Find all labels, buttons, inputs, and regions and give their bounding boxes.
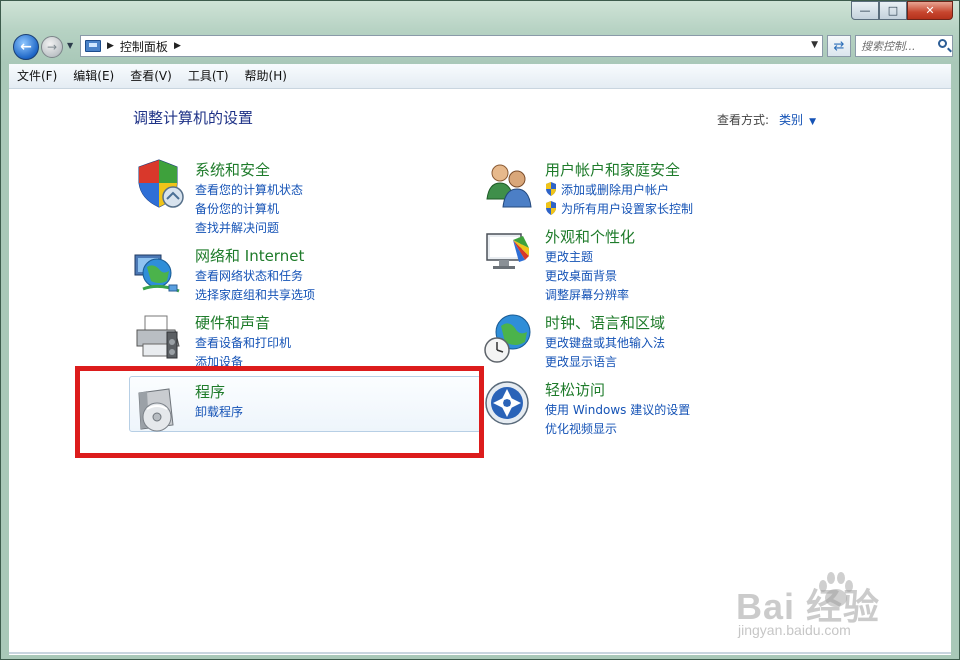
breadcrumb-chevron-icon[interactable]: ▶	[174, 41, 181, 51]
chevron-down-icon[interactable]: ▼	[809, 117, 816, 127]
category-title[interactable]: 时钟、语言和区域	[545, 312, 665, 333]
search-input[interactable]	[861, 37, 933, 55]
page-title: 调整计算机的设置	[133, 109, 254, 127]
watermark-url: jingyan.baidu.com	[738, 622, 851, 638]
category-title[interactable]: 用户帐户和家庭安全	[545, 159, 680, 180]
category-ease-of-access: 轻松访问 使用 Windows 建议的设置 优化视频显示	[483, 379, 823, 439]
category-system-security: 系统和安全 查看您的计算机状态 备份您的计算机 查找并解决问题	[133, 159, 473, 239]
back-arrow-icon: ←	[20, 39, 32, 55]
link-label: 为所有用户设置家长控制	[561, 202, 694, 216]
minimize-button[interactable]: —	[851, 1, 879, 20]
link-change-display-language[interactable]: 更改显示语言	[545, 353, 617, 370]
refresh-icon: ⇄	[833, 38, 845, 54]
shield-icon	[138, 159, 184, 208]
menu-help[interactable]: 帮助(H)	[237, 64, 295, 88]
menu-view[interactable]: 查看(V)	[122, 64, 180, 88]
link-parental-controls[interactable]: 为所有用户设置家长控制	[545, 200, 693, 217]
monitor-palette-icon	[486, 233, 529, 269]
window-bottom-edge	[9, 652, 951, 654]
menu-edit[interactable]: 编辑(E)	[65, 64, 122, 88]
maximize-button[interactable]: □	[879, 1, 907, 20]
link-change-theme[interactable]: 更改主题	[545, 248, 593, 265]
search-icon[interactable]	[938, 39, 947, 48]
link-windows-recommended-settings[interactable]: 使用 Windows 建议的设置	[545, 401, 690, 418]
category-title[interactable]: 硬件和声音	[195, 312, 270, 333]
control-panel-icon	[85, 40, 101, 52]
uac-shield-icon	[546, 201, 556, 215]
close-button[interactable]: ✕	[907, 1, 953, 20]
link-optimize-display[interactable]: 优化视频显示	[545, 420, 617, 437]
users-icon	[486, 164, 532, 208]
link-troubleshoot[interactable]: 查找并解决问题	[195, 219, 279, 236]
link-devices-printers[interactable]: 查看设备和打印机	[195, 334, 291, 351]
view-by-dropdown[interactable]: 类别	[779, 113, 803, 127]
category-title[interactable]: 系统和安全	[195, 159, 270, 180]
navigation-bar: ← → ▼ ▶ 控制面板 ▶ ▼ ⇄	[9, 32, 953, 60]
baidu-watermark: Bai 经验 jingyan.baidu.com	[736, 570, 926, 650]
link-label: 添加或删除用户帐户	[561, 183, 670, 197]
recent-pages-dropdown[interactable]: ▼	[67, 41, 73, 50]
menu-bar: 文件(F) 编辑(E) 查看(V) 工具(T) 帮助(H)	[9, 64, 951, 89]
search-box[interactable]	[855, 35, 953, 57]
category-title[interactable]: 外观和个性化	[545, 226, 635, 247]
control-panel-window: — □ ✕ ← → ▼ ▶ 控制面板 ▶ ▼ ⇄ 文件(F) 编辑(E) 查看(…	[0, 0, 960, 660]
forward-button[interactable]: →	[41, 36, 63, 58]
globe-clock-icon	[484, 314, 531, 363]
category-clock-language-region: 时钟、语言和区域 更改键盘或其他输入法 更改显示语言	[483, 312, 823, 372]
category-user-accounts: 用户帐户和家庭安全 添加或删除用户帐户 为所有用户设置家长控制	[483, 159, 823, 219]
back-button[interactable]: ←	[13, 34, 39, 60]
link-backup-computer[interactable]: 备份您的计算机	[195, 200, 279, 217]
link-add-remove-accounts[interactable]: 添加或删除用户帐户	[545, 181, 669, 198]
category-network-internet: 网络和 Internet 查看网络状态和任务 选择家庭组和共享选项	[133, 245, 473, 305]
category-hardware-sound: 硬件和声音 查看设备和打印机 添加设备	[133, 312, 473, 372]
caption-buttons: — □ ✕	[851, 1, 953, 21]
forward-arrow-icon: →	[46, 40, 58, 54]
link-network-status[interactable]: 查看网络状态和任务	[195, 267, 303, 284]
category-appearance: 外观和个性化 更改主题 更改桌面背景 调整屏幕分辨率	[483, 226, 823, 306]
ease-of-access-icon	[485, 381, 529, 425]
link-change-keyboard[interactable]: 更改键盘或其他输入法	[545, 334, 665, 351]
uac-shield-icon	[546, 182, 556, 196]
network-globe-icon	[134, 254, 180, 293]
category-title[interactable]: 轻松访问	[545, 379, 605, 400]
category-title[interactable]: 网络和 Internet	[195, 245, 304, 266]
view-by-label: 查看方式:	[717, 113, 770, 127]
address-bar[interactable]: ▶ 控制面板 ▶ ▼	[80, 35, 823, 57]
menu-file[interactable]: 文件(F)	[9, 64, 65, 88]
view-by-control: 查看方式: 类别 ▼	[717, 111, 816, 128]
breadcrumb-chevron-icon[interactable]: ▶	[107, 41, 114, 51]
menu-tools[interactable]: 工具(T)	[180, 64, 237, 88]
link-homegroup-sharing[interactable]: 选择家庭组和共享选项	[195, 286, 315, 303]
refresh-button[interactable]: ⇄	[827, 35, 851, 57]
link-change-background[interactable]: 更改桌面背景	[545, 267, 617, 284]
link-screen-resolution[interactable]: 调整屏幕分辨率	[545, 286, 629, 303]
printer-icon	[136, 315, 180, 359]
address-history-dropdown-icon[interactable]: ▼	[811, 40, 818, 50]
red-highlight-annotation	[75, 366, 484, 458]
breadcrumb-control-panel[interactable]: 控制面板	[120, 38, 168, 55]
link-view-computer-status[interactable]: 查看您的计算机状态	[195, 181, 303, 198]
